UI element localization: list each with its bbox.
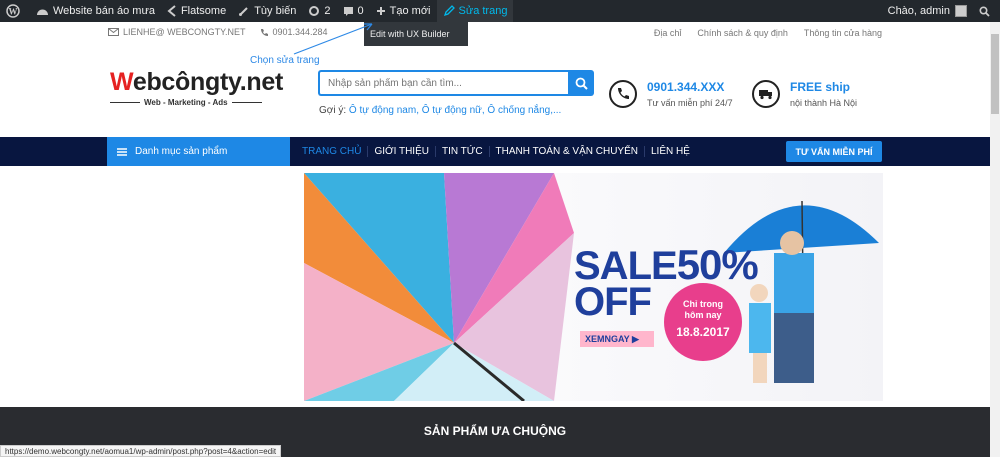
- phone-text: 0901.344.284: [272, 27, 328, 37]
- free-ship-sub: nội thành Hà Nội: [790, 98, 858, 108]
- topbar-link-store-info[interactable]: Thông tin cửa hàng: [804, 28, 882, 38]
- avatar: [955, 5, 967, 17]
- wp-admin-bar: W Website bán áo mưa Flatsome Tùy biến 2…: [0, 0, 1000, 22]
- customize-label: Tùy biến: [254, 5, 297, 17]
- free-consult-button[interactable]: TƯ VẤN MIỄN PHÍ: [786, 141, 882, 162]
- hamburger-icon: [117, 147, 127, 156]
- theme-menu[interactable]: Flatsome: [161, 0, 232, 22]
- svg-text:W: W: [9, 7, 18, 17]
- new-label: Tạo mới: [389, 5, 431, 17]
- nav-about[interactable]: GIỚI THIỆU: [368, 146, 436, 157]
- search-button[interactable]: [568, 70, 594, 96]
- dashboard-icon: [37, 9, 48, 15]
- suggest-links[interactable]: Ô tự động nam, Ô tự động nữ, Ô chống nắn…: [349, 105, 561, 116]
- nav-payment-shipping[interactable]: THANH TOÁN & VẬN CHUYỂN: [490, 146, 645, 157]
- top-bar: LIENHE@ WEBCONGTY.NET 0901.344.284 Địa c…: [0, 22, 990, 44]
- search-suggestions: Gợi ý: Ô tự động nam, Ô tự động nữ, Ô ch…: [319, 105, 561, 116]
- greeting: Chào, admin: [887, 5, 950, 17]
- section-title: SẢN PHẨM ƯA CHUỘNG: [423, 424, 567, 438]
- site-name-menu[interactable]: Website bán áo mưa: [30, 0, 161, 22]
- email-contact[interactable]: LIENHE@ WEBCONGTY.NET: [108, 27, 246, 37]
- nav-home[interactable]: TRANG CHỦ: [296, 146, 369, 157]
- page-scrollbar[interactable]: [990, 22, 1000, 457]
- search-input[interactable]: [318, 70, 568, 96]
- topbar-link-policy[interactable]: Chính sách & quy định: [697, 28, 788, 38]
- admin-search[interactable]: [973, 0, 1000, 22]
- hotline-box[interactable]: 0901.344.XXX Tư vấn miễn phí 24/7: [609, 80, 733, 108]
- category-menu-button[interactable]: Danh mục sản phẩm: [107, 137, 290, 166]
- category-menu-label: Danh mục sản phẩm: [135, 146, 228, 157]
- scrollbar-thumb[interactable]: [991, 34, 999, 114]
- theme-label: Flatsome: [180, 5, 227, 17]
- annotation-text: Chọn sửa trang: [250, 55, 320, 66]
- wordpress-icon: W: [6, 4, 20, 18]
- edit-page-label: Sửa trang: [458, 5, 508, 17]
- account-menu[interactable]: Chào, admin: [882, 0, 973, 22]
- phone-icon: [260, 28, 268, 36]
- nav-contact[interactable]: LIÊN HỆ: [645, 146, 696, 157]
- free-ship-title: FREE ship: [790, 80, 851, 94]
- hotline-number: 0901.344.XXX: [647, 80, 725, 94]
- updates-count: 2: [324, 5, 331, 17]
- mail-icon: [108, 28, 119, 36]
- hero-banner[interactable]: SALE50% OFF XEMNGAY ▶ Chỉ trong hôm nay …: [304, 173, 883, 401]
- view-now-button[interactable]: XEMNGAY ▶: [580, 331, 654, 347]
- pencil-icon: [443, 5, 455, 17]
- browser-status-url: https://demo.webcongty.net/aomua1/wp-adm…: [0, 445, 282, 457]
- email-text: LIENHE@ WEBCONGTY.NET: [123, 27, 246, 37]
- admin-bar-right: Chào, admin: [882, 0, 1000, 22]
- comments-count: 0: [357, 5, 364, 17]
- hotline-sub: Tư vấn miễn phí 24/7: [647, 98, 733, 108]
- updates-icon: [309, 6, 320, 16]
- site-name: Website bán áo mưa: [53, 5, 155, 17]
- phone-contact[interactable]: 0901.344.284: [260, 27, 328, 37]
- comment-icon: [343, 6, 353, 16]
- flatsome-icon: [167, 5, 176, 17]
- edit-page-menu[interactable]: Sửa trang: [436, 0, 514, 22]
- topbar-link-address[interactable]: Địa chỉ: [654, 28, 682, 38]
- product-search: [318, 70, 594, 96]
- site-logo[interactable]: Webcôngty.net Web - Marketing - Ads: [110, 68, 283, 107]
- delivery-icon: [752, 80, 780, 108]
- suggest-prefix: Gợi ý:: [319, 105, 347, 116]
- free-ship-box[interactable]: FREE ship nội thành Hà Nội: [752, 80, 857, 108]
- phone-circle-icon: [609, 80, 637, 108]
- brush-icon: [239, 7, 248, 16]
- logo-text: Webcôngty.net: [110, 68, 283, 96]
- search-icon: [575, 77, 588, 90]
- promo-date-badge: Chỉ trong hôm nay 18.8.2017: [664, 283, 742, 361]
- search-icon: [979, 5, 990, 17]
- plus-icon: [376, 7, 385, 15]
- wordpress-logo[interactable]: W: [0, 0, 30, 22]
- main-nav: Danh mục sản phẩm TRANG CHỦ GIỚI THIỆU T…: [0, 137, 990, 166]
- nav-news[interactable]: TIN TỨC: [436, 146, 490, 157]
- logo-tagline: Web - Marketing - Ads: [110, 98, 283, 107]
